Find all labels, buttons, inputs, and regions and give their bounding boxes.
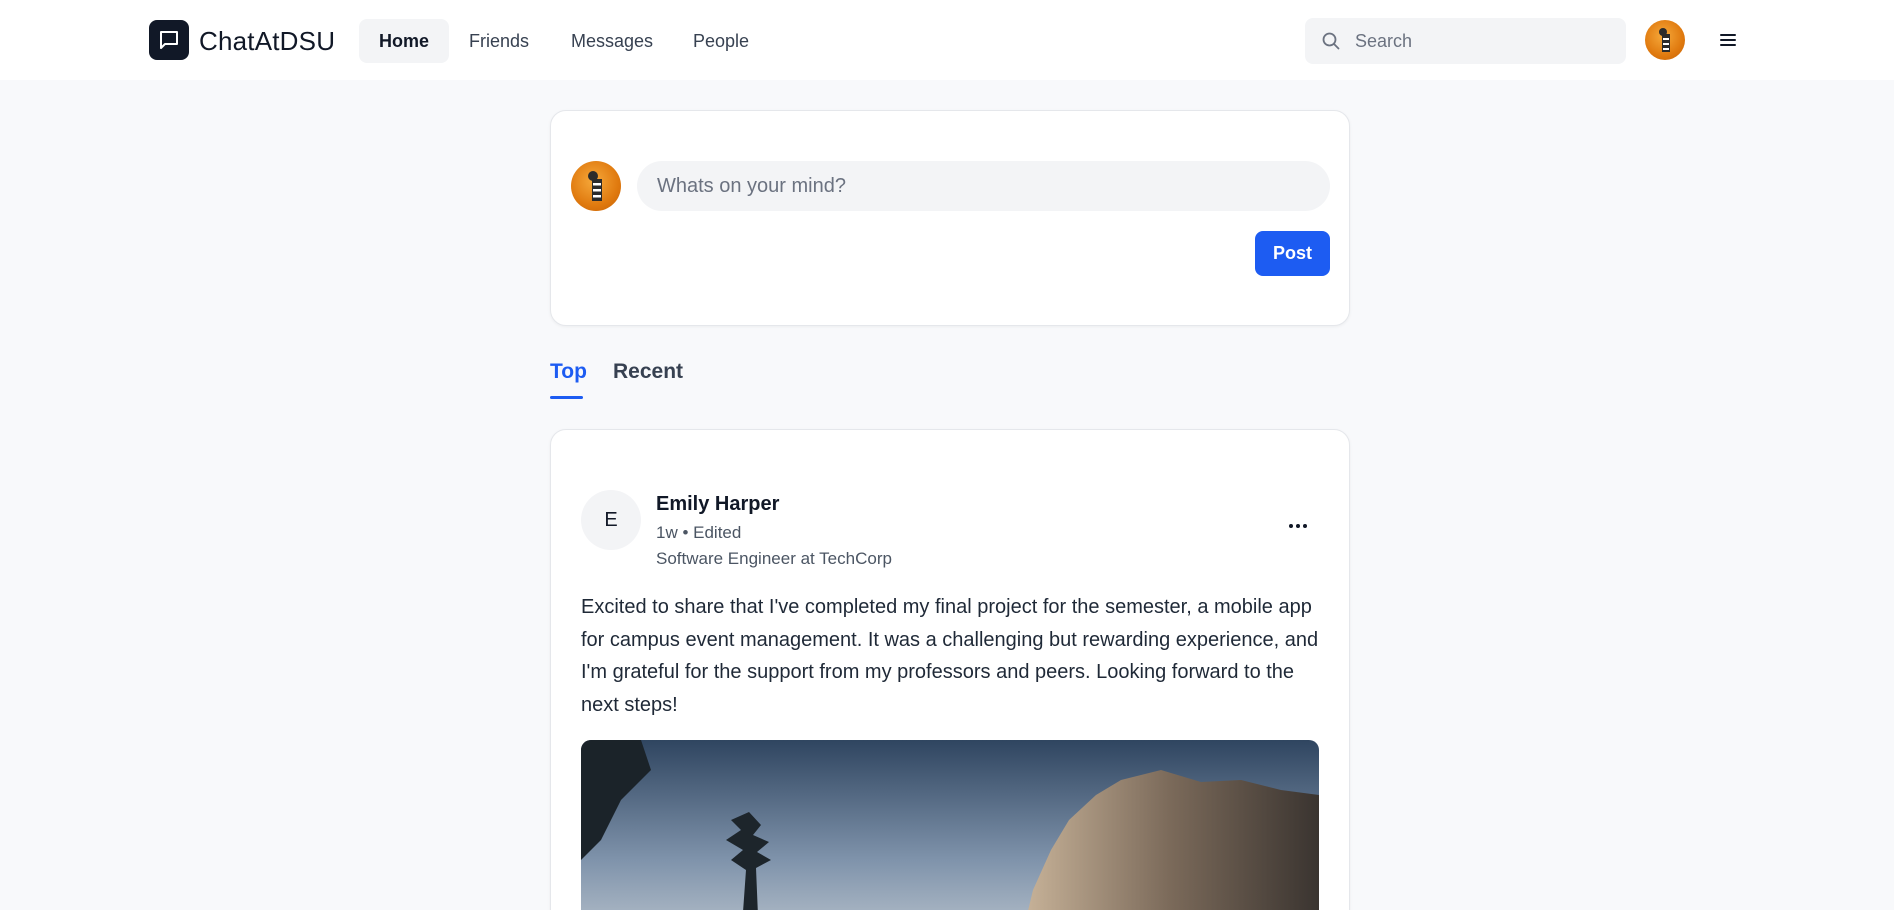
chat-bubble-icon[interactable] [149, 20, 189, 60]
search-input[interactable] [1355, 18, 1615, 64]
brand-name[interactable]: ChatAtDSU [199, 26, 335, 57]
author-avatar[interactable]: E [581, 490, 641, 550]
composer-input[interactable] [637, 161, 1330, 211]
nav-item-friends[interactable]: Friends [449, 19, 549, 63]
author-role: Software Engineer at TechCorp [656, 549, 892, 568]
post-image[interactable] [581, 740, 1319, 910]
post-body: Excited to share that I've completed my … [581, 596, 1319, 716]
search-box[interactable] [1305, 18, 1626, 64]
more-horizontal-icon[interactable] [1283, 516, 1313, 536]
tab-recent[interactable]: Recent [613, 360, 683, 384]
post-meta: 1w • Edited [656, 523, 742, 542]
author-name[interactable]: Emily Harper [656, 493, 779, 516]
post-composer: Post [550, 110, 1350, 326]
composer-avatar [571, 161, 621, 211]
hamburger-menu-icon[interactable] [1716, 28, 1740, 52]
post-button[interactable]: Post [1255, 231, 1330, 276]
search-icon [1321, 31, 1341, 56]
user-avatar[interactable] [1645, 20, 1685, 60]
tab-top[interactable]: Top [550, 360, 587, 384]
top-navbar: ChatAtDSU Home Friends Messages People [0, 0, 1894, 80]
post-card: E Emily Harper 1w • Edited Software Engi… [550, 429, 1350, 910]
nav-item-messages[interactable]: Messages [551, 19, 673, 63]
active-tab-indicator [550, 396, 583, 399]
nav-item-home[interactable]: Home [359, 19, 450, 63]
nav-item-people[interactable]: People [673, 19, 769, 63]
